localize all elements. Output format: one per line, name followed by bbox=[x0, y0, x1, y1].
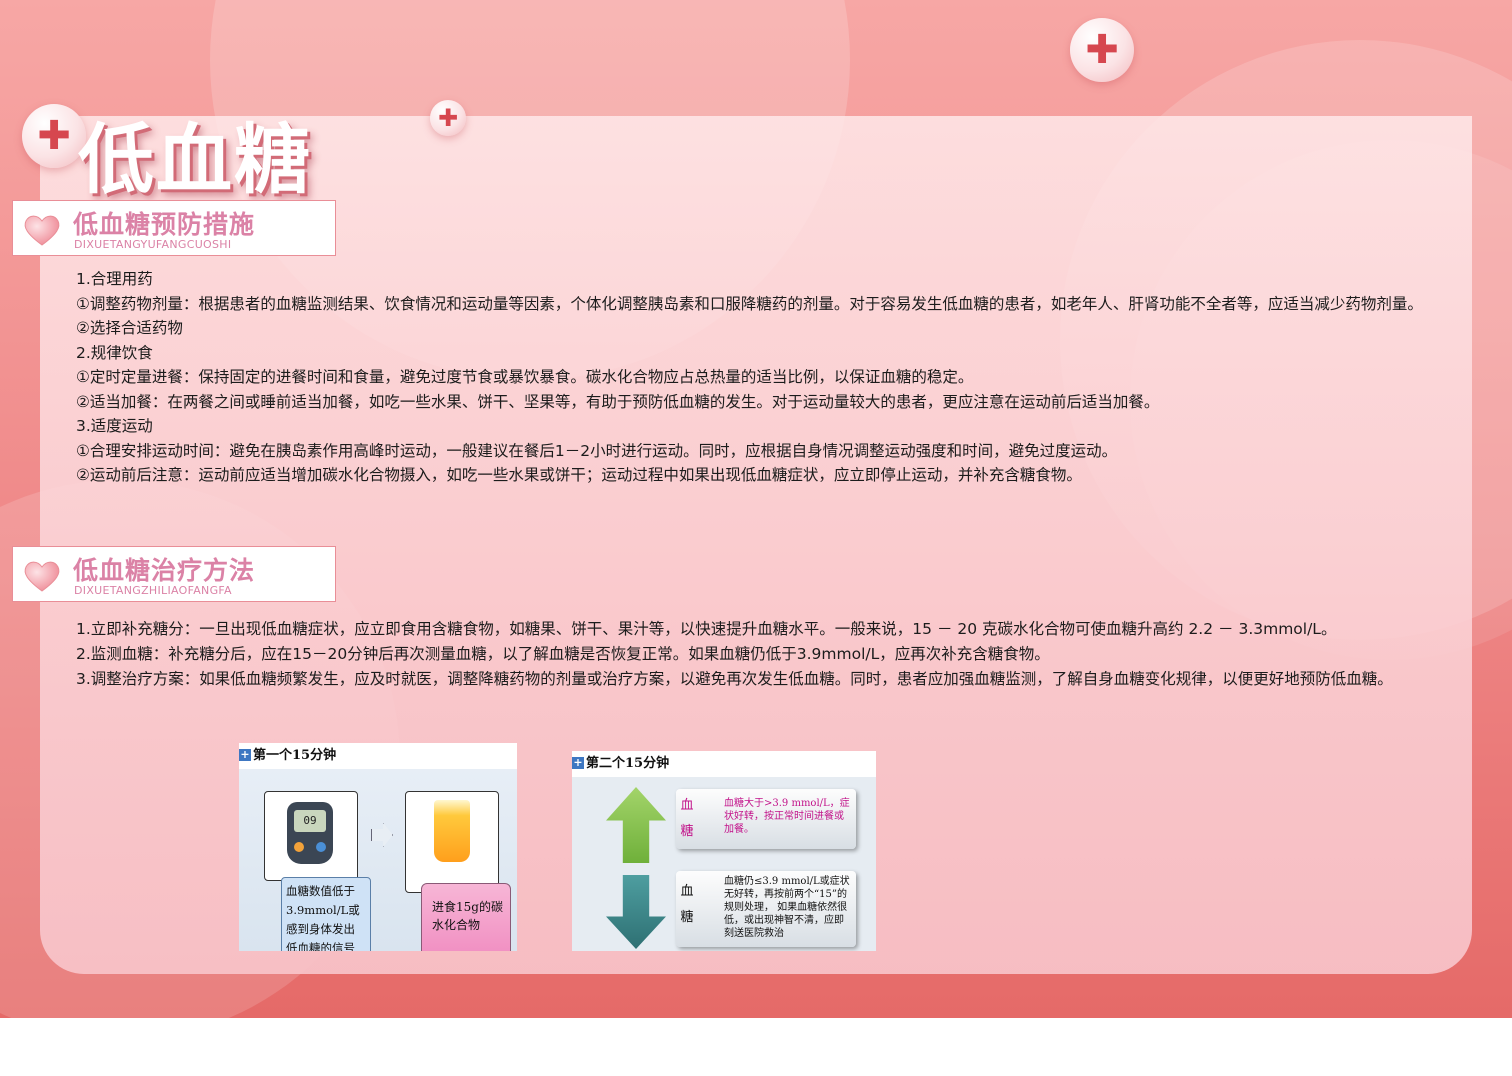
heart-icon bbox=[24, 561, 60, 592]
figure-header-label: 第二个15分钟 bbox=[586, 756, 670, 771]
treatment-text: 1.立即补充糖分：一旦出现低血糖症状，应立即食用含糖食物，如糖果、饼干、果汁等，… bbox=[76, 617, 1438, 692]
figure-header-label: 第一个15分钟 bbox=[253, 748, 337, 763]
glucose-meter-frame: 09 bbox=[264, 791, 358, 881]
section-header-prevention: 低血糖预防措施 DIXUETANGYUFANGCUOSHI bbox=[12, 200, 336, 256]
medical-cross-icon: ✚ bbox=[430, 100, 466, 136]
section-title: 低血糖预防措施 bbox=[73, 210, 256, 239]
figure-header: + 第一个15分钟 bbox=[239, 743, 517, 769]
symptom-callout: 血糖数值低于3.9mmol/L或感到身体发出低血糖的信号的时候 bbox=[281, 877, 371, 951]
medical-cross-icon: ✚ bbox=[1070, 18, 1134, 82]
poster-background: ✚ ✚ ✚ 低血糖 低血糖预防措施 DIXUETANGYUFANGCUOSHI … bbox=[0, 0, 1512, 1018]
plus-icon: + bbox=[572, 756, 584, 769]
heart-icon bbox=[24, 215, 60, 246]
paragraph: ②运动前后注意：运动前应适当增加碳水化合物摄入，如吃一些水果或饼干；运动过程中如… bbox=[76, 466, 1082, 484]
paragraph: 1.立即补充糖分：一旦出现低血糖症状，应立即食用含糖食物，如糖果、饼干、果汁等，… bbox=[76, 620, 1337, 638]
tag-text: 血糖大于>3.9 mmol/L，症状好转，按正常时间进餐或加餐。 bbox=[724, 798, 850, 835]
glucose-meter-icon: 09 bbox=[287, 802, 333, 864]
glucose-below-threshold-tag: 血 糖 血糖仍≤3.9 mmol/L或症状无好转，再按前两个“15”的规则处理，… bbox=[676, 871, 856, 947]
paragraph: 3.调整治疗方案：如果低血糖频繁发生，应及时就医，调整降糖药物的剂量或治疗方案，… bbox=[76, 670, 1393, 688]
meter-display: 09 bbox=[294, 810, 326, 832]
tag-text: 血糖仍≤3.9 mmol/L或症状无好转，再按前两个“15”的规则处理， 如果血… bbox=[724, 876, 850, 939]
juice-glass-frame bbox=[405, 791, 499, 893]
paragraph: 3.适度运动 bbox=[76, 417, 153, 435]
section-title: 低血糖治疗方法 bbox=[73, 556, 256, 585]
section-subtitle: DIXUETANGYUFANGCUOSHI bbox=[74, 238, 232, 251]
glucose-above-threshold-tag: 血 糖 血糖大于>3.9 mmol/L，症状好转，按正常时间进餐或加餐。 bbox=[676, 789, 856, 849]
meter-button-icon bbox=[294, 842, 304, 852]
paragraph: 2.监测血糖：补充糖分后，应在15－20分钟后再次测量血糖，以了解血糖是否恢复正… bbox=[76, 645, 1050, 663]
paragraph: 2.规律饮食 bbox=[76, 343, 153, 362]
medical-cross-icon: ✚ bbox=[22, 104, 86, 168]
section-header-treatment: 低血糖治疗方法 DIXUETANGZHILIAOFANGFA bbox=[12, 546, 336, 602]
figure-body: 09 血糖数值低于3.9mmol/L或感到身体发出低血糖的信号的时候 进食15g… bbox=[239, 769, 517, 951]
tag-label: 血 bbox=[680, 884, 694, 899]
carbohydrate-callout: 进食15g的碳水化合物 bbox=[421, 883, 511, 951]
meter-button-icon bbox=[316, 842, 326, 852]
tag-label: 糖 bbox=[680, 824, 694, 839]
paragraph: ②适当加餐：在两餐之间或睡前适当加餐，如吃一些水果、饼干、坚果等，有助于预防低血… bbox=[76, 392, 1160, 411]
arrow-up-icon bbox=[606, 787, 666, 863]
paragraph: ①调整药物剂量：根据患者的血糖监测结果、饮食情况和运动量等因素，个体化调整胰岛素… bbox=[76, 294, 1423, 313]
paragraph: 1.合理用药 bbox=[76, 270, 153, 288]
prevention-text: 1.合理用药 ①调整药物剂量：根据患者的血糖监测结果、饮食情况和运动量等因素，个… bbox=[76, 267, 1438, 488]
plus-icon: + bbox=[239, 748, 251, 761]
first-15-minutes-figure: + 第一个15分钟 09 血糖数值低于3.9mmol/L或感到身体发出低血糖的信… bbox=[239, 743, 517, 951]
figure-header: + 第二个15分钟 bbox=[572, 751, 876, 777]
second-15-minutes-figure: + 第二个15分钟 血 糖 血糖大于>3.9 mmol/L，症状好转，按正常时间… bbox=[572, 751, 876, 951]
page-title: 低血糖 bbox=[78, 115, 312, 204]
tag-label: 血 bbox=[680, 798, 694, 813]
tag-label: 糖 bbox=[680, 910, 694, 925]
figure-body: 血 糖 血糖大于>3.9 mmol/L，症状好转，按正常时间进餐或加餐。 血 糖… bbox=[572, 777, 876, 951]
arrow-down-icon bbox=[606, 875, 666, 949]
juice-glass-icon bbox=[434, 800, 470, 862]
paragraph: ①合理安排运动时间：避免在胰岛素作用高峰时运动，一般建议在餐后1－2小时进行运动… bbox=[76, 441, 1118, 460]
paragraph: ①定时定量进餐：保持固定的进餐时间和食量，避免过度节食或暴饮暴食。碳水化合物应占… bbox=[76, 368, 974, 386]
arrow-right-icon bbox=[371, 823, 393, 847]
section-subtitle: DIXUETANGZHILIAOFANGFA bbox=[74, 584, 232, 597]
paragraph: ②选择合适药物 bbox=[76, 319, 183, 337]
